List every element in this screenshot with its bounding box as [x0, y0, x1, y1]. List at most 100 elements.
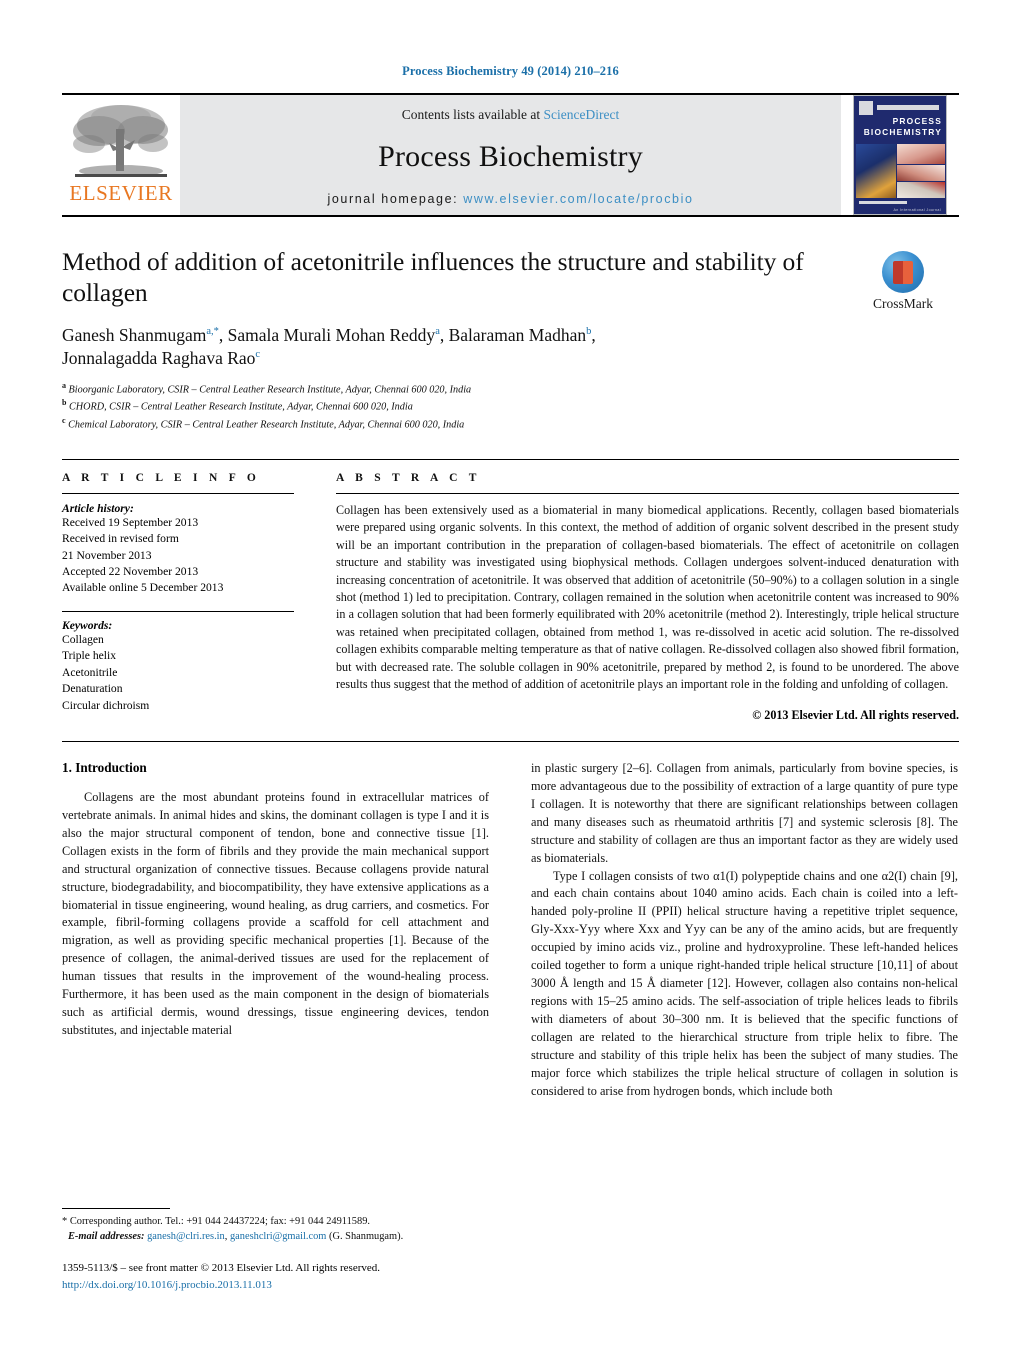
masthead-bottom-rule	[62, 215, 959, 217]
contents-available-line: Contents lists available at ScienceDirec…	[402, 107, 619, 123]
info-abstract-row: A R T I C L E I N F O Article history: R…	[62, 458, 959, 723]
journal-band: Contents lists available at ScienceDirec…	[180, 95, 841, 215]
cover-footer-text: An International Journal	[893, 208, 941, 212]
cover-title-line-2: BIOCHEMISTRY	[863, 126, 942, 137]
author-marks: c	[255, 349, 261, 361]
keywords-label: Keywords:	[62, 618, 113, 632]
body-columns: 1. Introduction Collagens are the most a…	[62, 760, 959, 1101]
history-item: Accepted 22 November 2013	[62, 564, 199, 578]
article-info-column: A R T I C L E I N F O Article history: R…	[62, 472, 294, 723]
cover-photo-2	[897, 144, 945, 164]
cover-logo-square	[859, 101, 873, 115]
affiliation-item: a Bioorganic Laboratory, CSIR – Central …	[62, 380, 839, 398]
affiliation-text: Bioorganic Laboratory, CSIR – Central Le…	[68, 383, 472, 395]
section-heading-introduction: 1. Introduction	[62, 759, 147, 775]
crossmark-label: CrossMark	[873, 296, 933, 311]
body-column-right: in plastic surgery [2–6]. Collagen from …	[531, 760, 958, 1101]
keyword-item: Triple helix	[62, 649, 117, 663]
contents-prefix: Contents lists available at	[401, 107, 544, 122]
email-label: E-mail addresses:	[68, 1230, 145, 1242]
author-marks: a	[435, 325, 440, 337]
abstract-column: A B S T R A C T Collagen has been extens…	[336, 472, 959, 723]
email-link-secondary[interactable]: ganeshclri@gmail.com	[230, 1231, 326, 1242]
crossmark-widget[interactable]: CrossMark	[847, 251, 959, 312]
author-name: Samala Murali Mohan Reddy	[227, 324, 436, 345]
keyword-item: Circular dichroism	[62, 698, 150, 712]
cover-footer-strip: An International Journal	[859, 201, 941, 212]
journal-cover-thumbnail: PROCESS BIOCHEMISTRY An International Jo…	[841, 95, 959, 215]
doi-link[interactable]: http://dx.doi.org/10.1016/j.procbio.2013…	[62, 1277, 489, 1294]
author-name: Jonnalagadda Raghava Rao	[62, 348, 256, 369]
affiliation-mark: b	[62, 398, 67, 408]
cover-top-bar	[877, 105, 939, 110]
corresponding-text: Corresponding author. Tel.: +91 044 2443…	[69, 1215, 370, 1227]
crossmark-badge-icon	[882, 251, 924, 293]
email-line: E-mail addresses: ganesh@clri.res.in, ga…	[62, 1229, 489, 1244]
history-item: Received 19 September 2013	[62, 515, 199, 529]
keyword-item: Denaturation	[62, 682, 123, 696]
paragraph: Collagens are the most abundant proteins…	[62, 789, 489, 1038]
affiliation-text: Chemical Laboratory, CSIR – Central Leat…	[68, 419, 465, 431]
abstract-text: Collagen has been extensively used as a …	[336, 502, 959, 692]
cover-photo-4	[897, 182, 945, 198]
body-top-rule	[62, 740, 959, 742]
journal-article-page: Process Biochemistry 49 (2014) 210–216 E…	[0, 0, 1021, 1351]
paragraph: Type I collagen consists of two α1(I) po…	[531, 868, 958, 1098]
issn-line: 1359-5113/$ – see front matter © 2013 El…	[62, 1262, 381, 1274]
publisher-name: ELSEVIER	[69, 181, 173, 205]
email-owner: (G. Shanmugam).	[329, 1230, 404, 1242]
article-info-rule	[62, 492, 294, 494]
cover-image: PROCESS BIOCHEMISTRY An International Jo…	[853, 95, 947, 215]
affiliation-item: c Chemical Laboratory, CSIR – Central Le…	[62, 415, 839, 433]
keywords-rule	[62, 610, 294, 612]
keyword-item: Collagen	[62, 632, 104, 646]
journal-homepage-link[interactable]: www.elsevier.com/locate/procbio	[463, 192, 693, 206]
body-column-left: 1. Introduction Collagens are the most a…	[62, 760, 489, 1101]
affiliation-mark: a	[62, 380, 66, 390]
article-header: CrossMark Method of addition of acetonit…	[62, 247, 959, 433]
publisher-logo: ELSEVIER	[62, 95, 180, 215]
affiliation-text: CHORD, CSIR – Central Leather Research I…	[69, 401, 413, 413]
cover-title-line-1: PROCESS	[892, 116, 942, 126]
author-marks: a,*	[206, 325, 219, 337]
keyword-item: Acetonitrile	[62, 665, 118, 679]
affiliation-list: a Bioorganic Laboratory, CSIR – Central …	[62, 380, 839, 433]
history-item: 21 November 2013	[62, 548, 152, 562]
footnote-rule	[62, 1207, 170, 1209]
article-info-heading: A R T I C L E I N F O	[62, 471, 261, 484]
history-item: Available online 5 December 2013	[62, 581, 224, 595]
corresponding-author-line: * Corresponding author. Tel.: +91 044 24…	[62, 1214, 489, 1229]
running-head: Process Biochemistry 49 (2014) 210–216	[402, 64, 619, 78]
article-history-label: Article history:	[62, 501, 134, 515]
cover-photo-1	[856, 144, 897, 198]
cover-photo-3	[897, 164, 945, 182]
abstract-rule	[336, 492, 959, 494]
affiliation-mark: c	[62, 415, 66, 425]
article-history-list: Received 19 September 2013 Received in r…	[62, 515, 294, 597]
elsevier-tree-icon	[73, 105, 168, 177]
author-list: Ganesh Shanmugama,*, Samala Murali Mohan…	[62, 324, 596, 369]
cover-photo-collage	[856, 144, 945, 198]
cover-bottom-bar	[859, 201, 907, 204]
homepage-prefix: journal homepage:	[327, 192, 464, 206]
corresponding-author-note: * Corresponding author. Tel.: +91 044 24…	[62, 1214, 489, 1244]
author-marks: b	[586, 325, 592, 337]
author-name: Balaraman Madhan	[448, 324, 587, 345]
cover-header-strip	[859, 101, 941, 115]
keywords-list: Collagen Triple helix Acetonitrile Denat…	[62, 632, 294, 714]
corresponding-star: *	[62, 1215, 68, 1227]
abstract-heading: A B S T R A C T	[336, 471, 481, 484]
page-footnotes: * Corresponding author. Tel.: +91 044 24…	[62, 1207, 489, 1293]
paragraph: in plastic surgery [2–6]. Collagen from …	[531, 760, 958, 865]
issn-copyright-block: 1359-5113/$ – see front matter © 2013 El…	[62, 1260, 489, 1293]
abstract-copyright: © 2013 Elsevier Ltd. All rights reserved…	[752, 707, 959, 722]
affiliation-item: b CHORD, CSIR – Central Leather Research…	[62, 397, 839, 415]
email-link-primary[interactable]: ganesh@clri.res.in	[147, 1231, 225, 1242]
sciencedirect-link[interactable]: ScienceDirect	[544, 107, 620, 122]
crossmark-book-icon	[893, 260, 913, 284]
journal-masthead: ELSEVIER Contents lists available at Sci…	[62, 93, 959, 215]
author-name: Ganesh Shanmugam	[62, 324, 207, 345]
journal-title: Process Biochemistry	[378, 140, 643, 173]
history-item: Received in revised form	[62, 532, 179, 546]
journal-homepage-line: journal homepage: www.elsevier.com/locat…	[180, 192, 841, 206]
